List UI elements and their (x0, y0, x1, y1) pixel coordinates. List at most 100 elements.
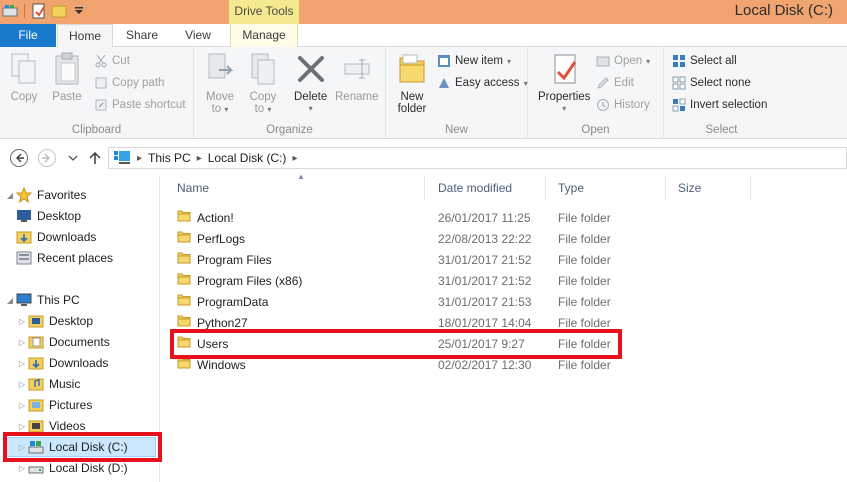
recent-locations-button[interactable] (62, 147, 84, 169)
nav-fav-recent-places[interactable]: Recent places (16, 248, 113, 268)
file-row[interactable]: Action! 26/01/2017 11:25 File folder (165, 207, 625, 228)
tab-home[interactable]: Home (57, 24, 113, 48)
tab-manage[interactable]: Manage (230, 24, 298, 47)
move-to-button[interactable]: Move to ▾ (204, 51, 236, 116)
navigation-bar: ▸ This PC ▸ Local Disk (C:) ▸ (0, 145, 847, 171)
open-button[interactable]: Open ▾ (596, 52, 650, 70)
expand-arrow-icon[interactable]: ▷ (16, 338, 28, 347)
breadcrumb-separator-icon: ▸ (196, 152, 202, 164)
expand-arrow-icon[interactable]: ▷ (16, 401, 28, 410)
expand-arrow-icon[interactable]: ▷ (16, 359, 28, 368)
nav-fav-desktop[interactable]: Desktop (16, 206, 81, 226)
select-none-button[interactable]: Select none (672, 74, 751, 92)
copy-button[interactable]: Copy (8, 51, 40, 103)
nav-fav-downloads[interactable]: Downloads (16, 227, 96, 247)
nav-pc-local-disk-d[interactable]: ▷ Local Disk (D:) (16, 458, 128, 478)
nav-pc-desktop[interactable]: ▷ Desktop (16, 311, 93, 331)
paste-shortcut-label: Paste shortcut (112, 99, 186, 111)
folder-icon (177, 357, 191, 372)
select-none-label: Select none (690, 77, 751, 89)
file-row[interactable]: Python27 18/01/2017 14:04 File folder (165, 312, 625, 333)
cut-button[interactable]: Cut (94, 52, 130, 70)
expand-arrow-icon[interactable]: ▷ (16, 422, 28, 431)
drive-icon[interactable] (2, 3, 18, 19)
file-row[interactable]: Users 25/01/2017 9:27 File folder (165, 333, 625, 354)
new-item-chevron-icon: ▾ (506, 56, 511, 66)
tab-share[interactable]: Share (116, 24, 168, 47)
forward-button[interactable] (36, 147, 58, 169)
expand-arrow-icon[interactable]: ▷ (16, 317, 28, 326)
nav-pc-pictures[interactable]: ▷ Pictures (16, 395, 92, 415)
file-date-cell: 25/01/2017 9:27 (438, 336, 525, 351)
nav-pc-videos[interactable]: ▷ Videos (16, 416, 86, 436)
nav-favorites-label: Favorites (37, 188, 87, 202)
select-all-button[interactable]: Select all (672, 52, 737, 70)
nav-pc-downloads[interactable]: ▷ Downloads (16, 353, 108, 373)
address-bar[interactable]: ▸ This PC ▸ Local Disk (C:) ▸ (108, 147, 847, 169)
desktop-folder-icon (28, 313, 44, 329)
file-row[interactable]: Windows 02/02/2017 12:30 File folder (165, 354, 625, 375)
copy-to-button[interactable]: Copy to ▾ (247, 51, 279, 116)
nav-pc-documents[interactable]: ▷ Documents (16, 332, 110, 352)
copy-path-button[interactable]: Copy path (94, 74, 164, 92)
expand-arrow-icon[interactable]: ▷ (16, 464, 28, 473)
paste-shortcut-button[interactable]: Paste shortcut (94, 96, 186, 114)
column-header-date[interactable]: Date modified (426, 176, 546, 200)
breadcrumb-this-pc[interactable]: This PC (148, 151, 191, 165)
customize-dropdown-icon[interactable] (71, 3, 87, 19)
file-row[interactable]: ProgramData 31/01/2017 21:53 File folder (165, 291, 625, 312)
folder-icon (177, 315, 191, 330)
expand-arrow-icon[interactable]: ▷ (16, 380, 28, 389)
new-item-button[interactable]: New item ▾ (437, 52, 511, 70)
column-header-size[interactable]: Size (666, 176, 751, 200)
history-button[interactable]: History (596, 96, 650, 114)
invert-selection-button[interactable]: Invert selection (672, 96, 767, 114)
navigation-pane: ◢ Favorites Desktop Downloads Recent pla… (0, 176, 160, 482)
videos-folder-icon (28, 418, 44, 434)
collapse-arrow-icon[interactable]: ◢ (4, 191, 16, 200)
local-disk-c-icon (28, 439, 44, 455)
open-chevron-icon: ▾ (646, 56, 651, 66)
rename-label: Rename (335, 91, 379, 103)
folder-icon (177, 336, 191, 351)
expand-arrow-icon[interactable]: ▷ (16, 443, 28, 452)
up-button[interactable] (84, 147, 106, 169)
new-folder-button[interactable]: New folder (396, 51, 428, 115)
nav-pc-music[interactable]: ▷ Music (16, 374, 80, 394)
easy-access-button[interactable]: Easy access ▾ (437, 74, 528, 92)
new-item-label: New item (455, 55, 503, 67)
paste-button[interactable]: Paste (51, 51, 83, 103)
tab-view[interactable]: View (170, 24, 226, 47)
collapse-arrow-icon[interactable]: ◢ (4, 296, 16, 305)
breadcrumb-local-disk[interactable]: Local Disk (C:) (208, 151, 287, 165)
folder-icon (396, 51, 428, 87)
open-group-label: Open (581, 124, 610, 136)
pc-icon (113, 149, 131, 168)
properties-chevron-icon: ▾ (562, 104, 567, 113)
select-all-icon (672, 54, 686, 68)
file-row[interactable]: Program Files 31/01/2017 21:52 File folder (165, 249, 625, 270)
rename-button[interactable]: Rename (335, 51, 378, 103)
file-row[interactable]: Program Files (x86) 31/01/2017 21:52 File … (165, 270, 625, 291)
file-list: ▲ Name Date modified Type Size Action! 26… (165, 172, 847, 482)
ribbon-tabs: File Home Share View Manage (0, 24, 847, 48)
new-folder-icon[interactable] (51, 3, 67, 19)
tab-file[interactable]: File (0, 24, 56, 47)
column-header-name[interactable]: Name (165, 176, 425, 200)
copy-path-label: Copy path (112, 77, 165, 89)
column-header-type[interactable]: Type (546, 176, 666, 200)
new-item-icon (437, 54, 451, 68)
nav-favorites[interactable]: ◢ Favorites (4, 185, 86, 205)
file-row[interactable]: PerfLogs 22/08/2013 22:22 File folder (165, 228, 625, 249)
nav-this-pc[interactable]: ◢ This PC (4, 290, 80, 310)
edit-button[interactable]: Edit (596, 74, 634, 92)
nav-pc-local-disk-c[interactable]: ▷ Local Disk (C:) (4, 437, 156, 457)
properties-button[interactable]: Properties ▾ (538, 51, 590, 115)
select-group-label: Select (705, 124, 738, 136)
file-name-cell: Program Files (177, 252, 272, 267)
back-button[interactable] (8, 147, 30, 169)
delete-chevron-icon: ▾ (308, 104, 313, 113)
delete-button[interactable]: Delete ▾ (294, 51, 327, 115)
properties-icon[interactable] (31, 3, 47, 19)
move-to-label-line1: Move (205, 91, 235, 103)
